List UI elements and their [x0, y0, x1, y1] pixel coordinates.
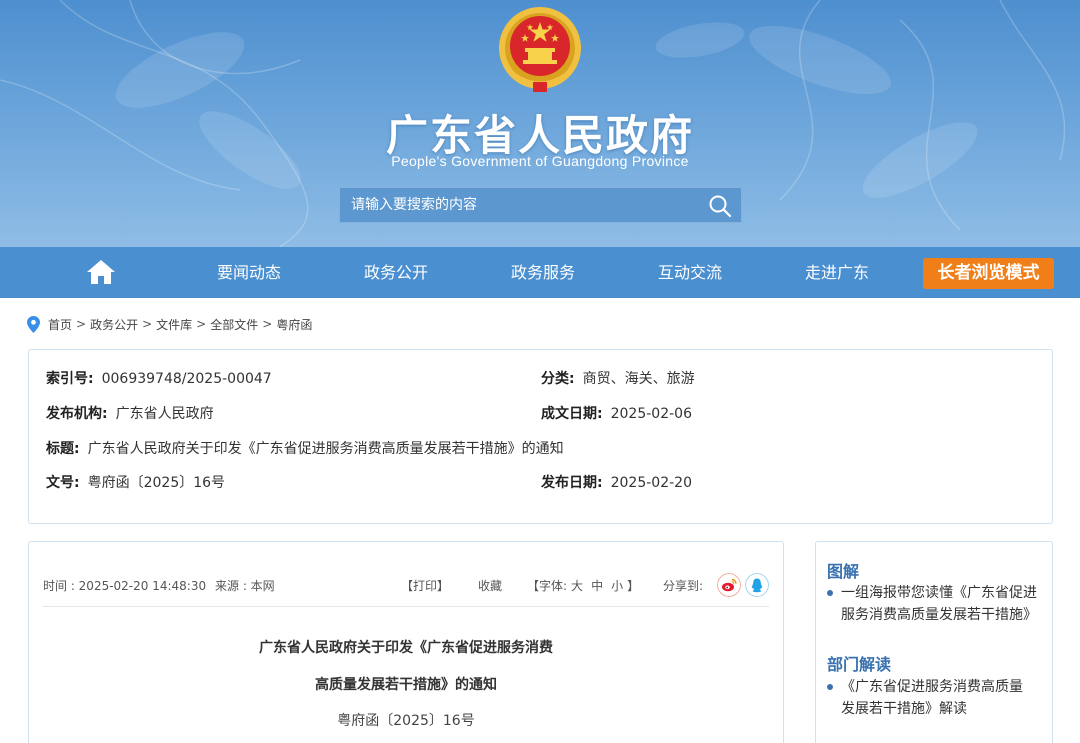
- font-size-large-button[interactable]: 大: [571, 579, 583, 593]
- breadcrumb-current[interactable]: 粤府函: [276, 316, 312, 333]
- qq-icon[interactable]: [745, 573, 769, 597]
- favorite-button[interactable]: 收藏: [478, 577, 502, 594]
- meta-divider: [43, 606, 769, 607]
- nav-item-services[interactable]: 政务服务: [511, 247, 575, 298]
- main-nav: 要闻动态 政务公开 政务服务 互动交流 走进广东: [0, 247, 1080, 298]
- breadcrumb-home[interactable]: 首页: [48, 316, 72, 333]
- breadcrumb-document-library[interactable]: 文件库: [156, 316, 192, 333]
- info-publisher-label: 发布机构:: [46, 406, 108, 422]
- breadcrumb-government-affairs[interactable]: 政务公开: [90, 316, 138, 333]
- sidebar-heading-interpretation: 部门解读: [827, 655, 892, 674]
- info-document-number: 文号: 粤府函〔2025〕16号: [46, 472, 225, 492]
- font-size-prefix: 【字体:: [527, 579, 568, 593]
- info-created-date: 成文日期: 2025-02-06: [541, 403, 692, 423]
- font-size-small-button[interactable]: 小: [611, 579, 623, 593]
- nav-item-news[interactable]: 要闻动态: [217, 247, 281, 298]
- site-subtitle: People's Government of Guangdong Provinc…: [391, 153, 689, 169]
- nav-item-government-affairs[interactable]: 政务公开: [364, 247, 428, 298]
- national-emblem: [499, 7, 581, 92]
- font-size-suffix: 】: [627, 579, 640, 593]
- article-title-line-2: 高质量发展若干措施》的通知: [315, 677, 497, 693]
- info-created-label: 成文日期:: [541, 406, 603, 422]
- article-panel: 时间 : 2025-02-20 14:48:30 来源 : 本网 【打印】 收藏…: [28, 541, 784, 743]
- info-index: 索引号: 006939748/2025-00047: [46, 368, 272, 388]
- breadcrumb-separator: >: [262, 317, 273, 331]
- search-icon[interactable]: [707, 193, 733, 219]
- breadcrumb: 首页 > 政务公开 > 文件库 > 全部文件 > 粤府函: [27, 315, 312, 333]
- nav-item-interaction[interactable]: 互动交流: [658, 247, 722, 298]
- home-icon[interactable]: [86, 259, 116, 285]
- info-title-value: 广东省人民政府关于印发《广东省促进服务消费高质量发展若干措施》的通知: [87, 441, 564, 457]
- info-category-label: 分类:: [541, 371, 575, 387]
- related-sidebar: 图解 一组海报带您读懂《广东省促进 服务消费高质量发展若干措施》 部门解读 《广…: [815, 541, 1053, 743]
- sidebar-link-interpretation[interactable]: 《广东省促进服务消费高质量 发展若干措施》解读: [841, 676, 1046, 720]
- font-size-medium-button[interactable]: 中: [591, 579, 603, 593]
- sidebar-link-line: 服务消费高质量发展若干措施》: [841, 607, 1037, 623]
- info-publisher-value: 广东省人民政府: [115, 406, 214, 422]
- info-published-value: 2025-02-20: [610, 475, 692, 491]
- info-published-date: 发布日期: 2025-02-20: [541, 472, 692, 492]
- info-index-value: 006939748/2025-00047: [101, 371, 272, 387]
- weibo-icon[interactable]: [717, 573, 741, 597]
- breadcrumb-all-documents[interactable]: 全部文件: [210, 316, 258, 333]
- nav-item-about-guangdong[interactable]: 走进广东: [805, 247, 869, 298]
- share-label: 分享到:: [663, 579, 704, 593]
- document-info-box: 索引号: 006939748/2025-00047 分类: 商贸、海关、旅游 发布机…: [28, 349, 1053, 524]
- list-bullet: [827, 590, 833, 596]
- info-title-label: 标题:: [46, 441, 80, 457]
- info-category: 分类: 商贸、海关、旅游: [541, 368, 695, 388]
- info-published-label: 发布日期:: [541, 475, 603, 491]
- breadcrumb-separator: >: [76, 317, 87, 331]
- sidebar-heading-infographic: 图解: [827, 562, 860, 581]
- info-docno-value: 粤府函〔2025〕16号: [87, 475, 226, 491]
- sidebar-link-line: 一组海报带您读懂《广东省促进: [841, 585, 1037, 601]
- breadcrumb-separator: >: [142, 317, 153, 331]
- search-box: [339, 187, 742, 223]
- sidebar-link-line: 《广东省促进服务消费高质量: [841, 679, 1023, 695]
- info-index-label: 索引号:: [46, 371, 94, 387]
- article-document-number: 粤府函〔2025〕16号: [337, 713, 475, 729]
- site-header: 广东省人民政府 People's Government of Guangdong…: [0, 0, 1080, 247]
- article-title-line-1: 广东省人民政府关于印发《广东省促进服务消费: [259, 640, 553, 656]
- location-pin-icon: [27, 315, 40, 333]
- info-docno-label: 文号:: [46, 475, 80, 491]
- print-button[interactable]: 【打印】: [401, 577, 449, 594]
- list-bullet: [827, 684, 833, 690]
- font-size-control: 【字体: 大中小】: [527, 577, 639, 594]
- search-input[interactable]: [340, 188, 690, 222]
- info-title: 标题: 广东省人民政府关于印发《广东省促进服务消费高质量发展若干措施》的通知: [46, 438, 564, 458]
- article-time: 时间 : 2025-02-20 14:48:30: [43, 579, 207, 593]
- article-meta-bar: 时间 : 2025-02-20 14:48:30 来源 : 本网 【打印】 收藏…: [43, 573, 769, 597]
- info-category-value: 商贸、海关、旅游: [582, 371, 695, 387]
- elder-mode-button[interactable]: 长者浏览模式: [923, 258, 1054, 289]
- sidebar-link-infographic[interactable]: 一组海报带您读懂《广东省促进 服务消费高质量发展若干措施》: [841, 582, 1046, 626]
- sidebar-link-line: 发展若干措施》解读: [841, 701, 967, 717]
- info-created-value: 2025-02-06: [610, 406, 692, 422]
- article-source: 来源 : 本网: [215, 579, 275, 593]
- info-publisher: 发布机构: 广东省人民政府: [46, 403, 214, 423]
- breadcrumb-separator: >: [196, 317, 207, 331]
